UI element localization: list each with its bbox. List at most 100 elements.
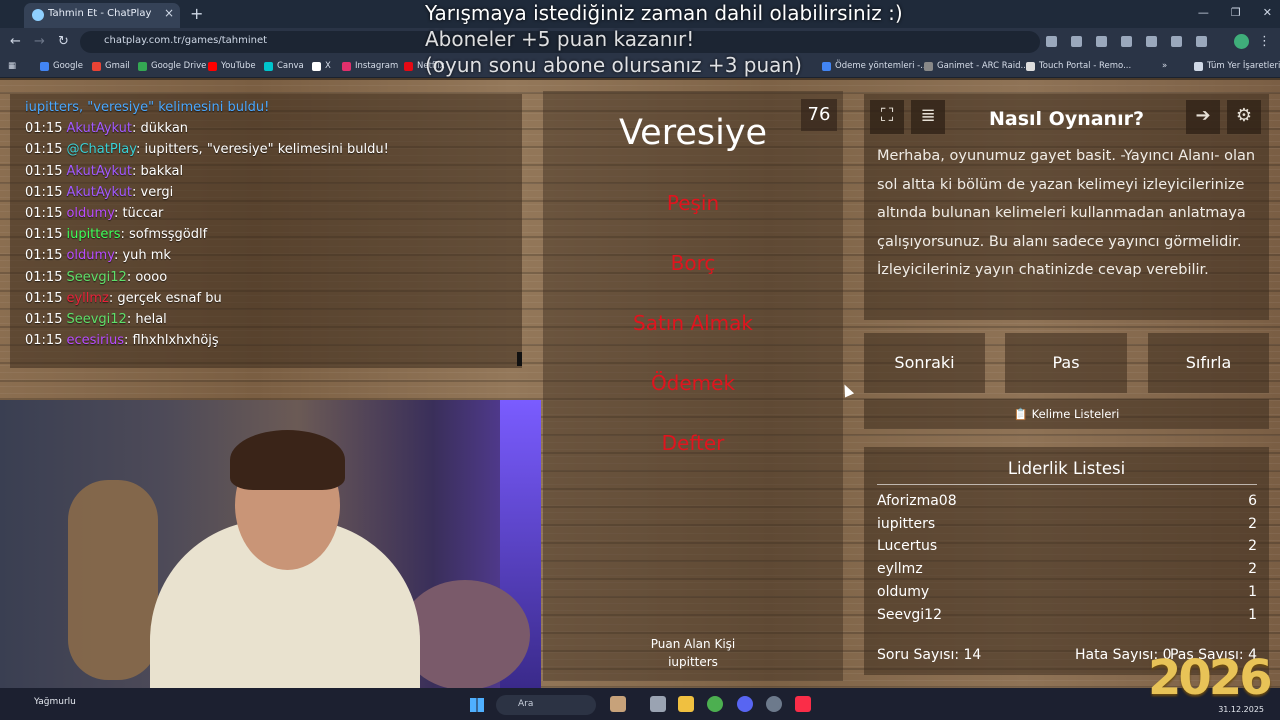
arc-raiders-icon bbox=[924, 61, 933, 71]
discord-icon[interactable] bbox=[737, 696, 753, 712]
search-placeholder: Ara bbox=[518, 699, 534, 709]
folder-icon bbox=[1194, 61, 1203, 71]
weather-widget[interactable]: Yağmurlu bbox=[34, 697, 76, 707]
chat-username[interactable]: oldumy bbox=[66, 248, 113, 263]
chat-time: 01:15 bbox=[25, 227, 63, 243]
word-lists-button[interactable]: 📋 Kelime Listeleri bbox=[864, 399, 1269, 429]
chat-message: 01:15 oldumy: yuh mk bbox=[25, 248, 171, 263]
music-icon[interactable] bbox=[795, 696, 811, 712]
chat-text: : oooo bbox=[126, 269, 168, 285]
google-icon bbox=[40, 61, 49, 71]
chat-username[interactable]: iupitters, "veresiye" kelimesini buldu! bbox=[25, 100, 269, 115]
leaderboard-panel: Liderlik Listesi Soru Sayısı: 14 Hata Sa… bbox=[864, 447, 1269, 675]
chat-username[interactable]: AkutAykut bbox=[66, 121, 132, 136]
star-icon[interactable] bbox=[1046, 36, 1057, 47]
bookmark-item[interactable]: Instagram bbox=[342, 61, 398, 71]
chat-scrollbar[interactable] bbox=[517, 352, 522, 366]
how-to-play-panel: ⛶ ≣ Nasıl Oynanır? ➔ ⚙ Merhaba, oyunumuz… bbox=[864, 94, 1269, 320]
settings-icon[interactable]: ⚙ bbox=[1227, 100, 1261, 134]
announcement-line: Yarışmaya istediğiniz zaman dahil olabil… bbox=[425, 1, 903, 25]
task-view-icon[interactable] bbox=[650, 696, 666, 712]
list-icon: 📋 bbox=[1013, 407, 1032, 421]
bookmark-item[interactable]: Canva bbox=[264, 61, 304, 71]
pass-button[interactable]: Pas bbox=[1005, 333, 1127, 393]
forbidden-word: Satın Almak bbox=[633, 311, 753, 335]
chat-message: 01:15 Seevgi12: oooo bbox=[25, 270, 167, 285]
chat-message: 01:15 AkutAykut: bakkal bbox=[25, 164, 183, 179]
chat-time: 01:15 bbox=[25, 142, 63, 158]
bookmark-item[interactable]: X bbox=[312, 61, 331, 71]
exit-icon[interactable]: ➔ bbox=[1186, 100, 1220, 134]
bookmark-item[interactable]: Ganimet - ARC Raid... bbox=[924, 61, 1029, 71]
leaderboard-row: Lucertus 2 bbox=[877, 538, 1257, 554]
leaderboard-row: eyllmz 2 bbox=[877, 561, 1257, 577]
chat-username[interactable]: ecesirius bbox=[66, 333, 124, 348]
extension-icon[interactable] bbox=[1171, 36, 1182, 47]
close-tab-icon[interactable]: × bbox=[164, 6, 174, 20]
bookmark-item[interactable]: YouTube bbox=[208, 61, 256, 71]
webcam-feed bbox=[0, 400, 541, 688]
leaderboard-score: 2 bbox=[1248, 515, 1257, 532]
profile-avatar[interactable] bbox=[1234, 34, 1249, 49]
bookmark-item[interactable]: Google bbox=[40, 61, 83, 71]
chrome-icon[interactable] bbox=[707, 696, 723, 712]
leaderboard-name: eyllmz bbox=[877, 561, 923, 578]
chat-username[interactable]: Seevgi12 bbox=[66, 312, 126, 327]
chat-username[interactable]: Seevgi12 bbox=[66, 270, 126, 285]
windows-start-icon[interactable] bbox=[470, 698, 484, 712]
chat-message: 01:15 @ChatPlay: iupitters, "veresiye" ke… bbox=[25, 142, 389, 157]
stream-announcement: Yarışmaya istediğiniz zaman dahil olabil… bbox=[425, 0, 903, 78]
chat-username[interactable]: iupitters bbox=[66, 227, 120, 242]
extension-icon[interactable] bbox=[1096, 36, 1107, 47]
chat-text: : vergi bbox=[132, 184, 174, 200]
minimize-icon[interactable]: — bbox=[1198, 6, 1209, 19]
chat-username[interactable]: oldumy bbox=[66, 206, 113, 221]
all-bookmarks[interactable]: Tüm Yer İşaretleri bbox=[1194, 61, 1280, 71]
chat-message: 01:15 iupitters: sofmsşgödlf bbox=[25, 227, 207, 242]
back-icon[interactable]: ← bbox=[10, 34, 21, 49]
youtube-icon bbox=[208, 61, 217, 71]
divider bbox=[877, 484, 1257, 485]
apps-icon[interactable]: ▦ bbox=[8, 61, 16, 71]
extension-icons bbox=[1046, 36, 1207, 47]
streamer-hair bbox=[230, 430, 345, 490]
browser-menu-icon[interactable]: ⋮ bbox=[1258, 34, 1271, 49]
leaderboard-name: Seevgi12 bbox=[877, 606, 942, 623]
chat-time: 01:15 bbox=[25, 163, 63, 179]
taskbar-search[interactable]: Ara bbox=[496, 695, 596, 715]
browser-tab[interactable]: Tahmin Et - ChatPlay × bbox=[24, 3, 180, 28]
leaderboard-name: Lucertus bbox=[877, 538, 938, 555]
extension-icon[interactable] bbox=[1071, 36, 1082, 47]
chat-text: : dükkan bbox=[132, 121, 189, 137]
chat-panel: iupitters, "veresiye" kelimesini buldu! 0… bbox=[10, 94, 522, 368]
maximize-icon[interactable]: ❐ bbox=[1231, 6, 1241, 19]
file-explorer-icon[interactable] bbox=[678, 696, 694, 712]
chat-username[interactable]: AkutAykut bbox=[66, 185, 132, 200]
more-bookmarks-icon[interactable]: » bbox=[1162, 61, 1167, 71]
leaderboard-name: oldumy bbox=[877, 583, 930, 600]
netflix-icon bbox=[404, 61, 413, 71]
close-window-icon[interactable]: ✕ bbox=[1263, 6, 1272, 19]
extension-icon[interactable] bbox=[1121, 36, 1132, 47]
app-icon[interactable] bbox=[766, 696, 782, 712]
chat-text: : helal bbox=[126, 312, 167, 327]
leaderboard-row: oldumy 1 bbox=[877, 584, 1257, 600]
chat-time: 01:15 bbox=[25, 248, 63, 264]
reset-button[interactable]: Sıfırla bbox=[1148, 333, 1269, 393]
chat-username[interactable]: eyllmz bbox=[66, 291, 108, 306]
bookmark-item[interactable]: Touch Portal - Remo... bbox=[1026, 61, 1131, 71]
chat-username[interactable]: AkutAykut bbox=[66, 164, 132, 179]
new-tab-icon[interactable]: + bbox=[190, 4, 203, 23]
chat-username[interactable]: @ChatPlay bbox=[66, 142, 136, 157]
bookmark-item[interactable]: Google Drive bbox=[138, 61, 206, 71]
chat-text: : bakkal bbox=[132, 163, 184, 179]
leaderboard-row: iupitters 2 bbox=[877, 516, 1257, 532]
reload-icon[interactable]: ↻ bbox=[58, 34, 69, 49]
taskbar-app-icon[interactable] bbox=[610, 696, 626, 712]
bookmark-item[interactable]: Gmail bbox=[92, 61, 130, 71]
extension-icon[interactable] bbox=[1196, 36, 1207, 47]
next-button[interactable]: Sonraki bbox=[864, 333, 985, 393]
url-text: chatplay.com.tr/games/tahminet bbox=[104, 35, 268, 46]
extension-icon[interactable] bbox=[1146, 36, 1157, 47]
chat-time: 01:15 bbox=[25, 184, 63, 200]
